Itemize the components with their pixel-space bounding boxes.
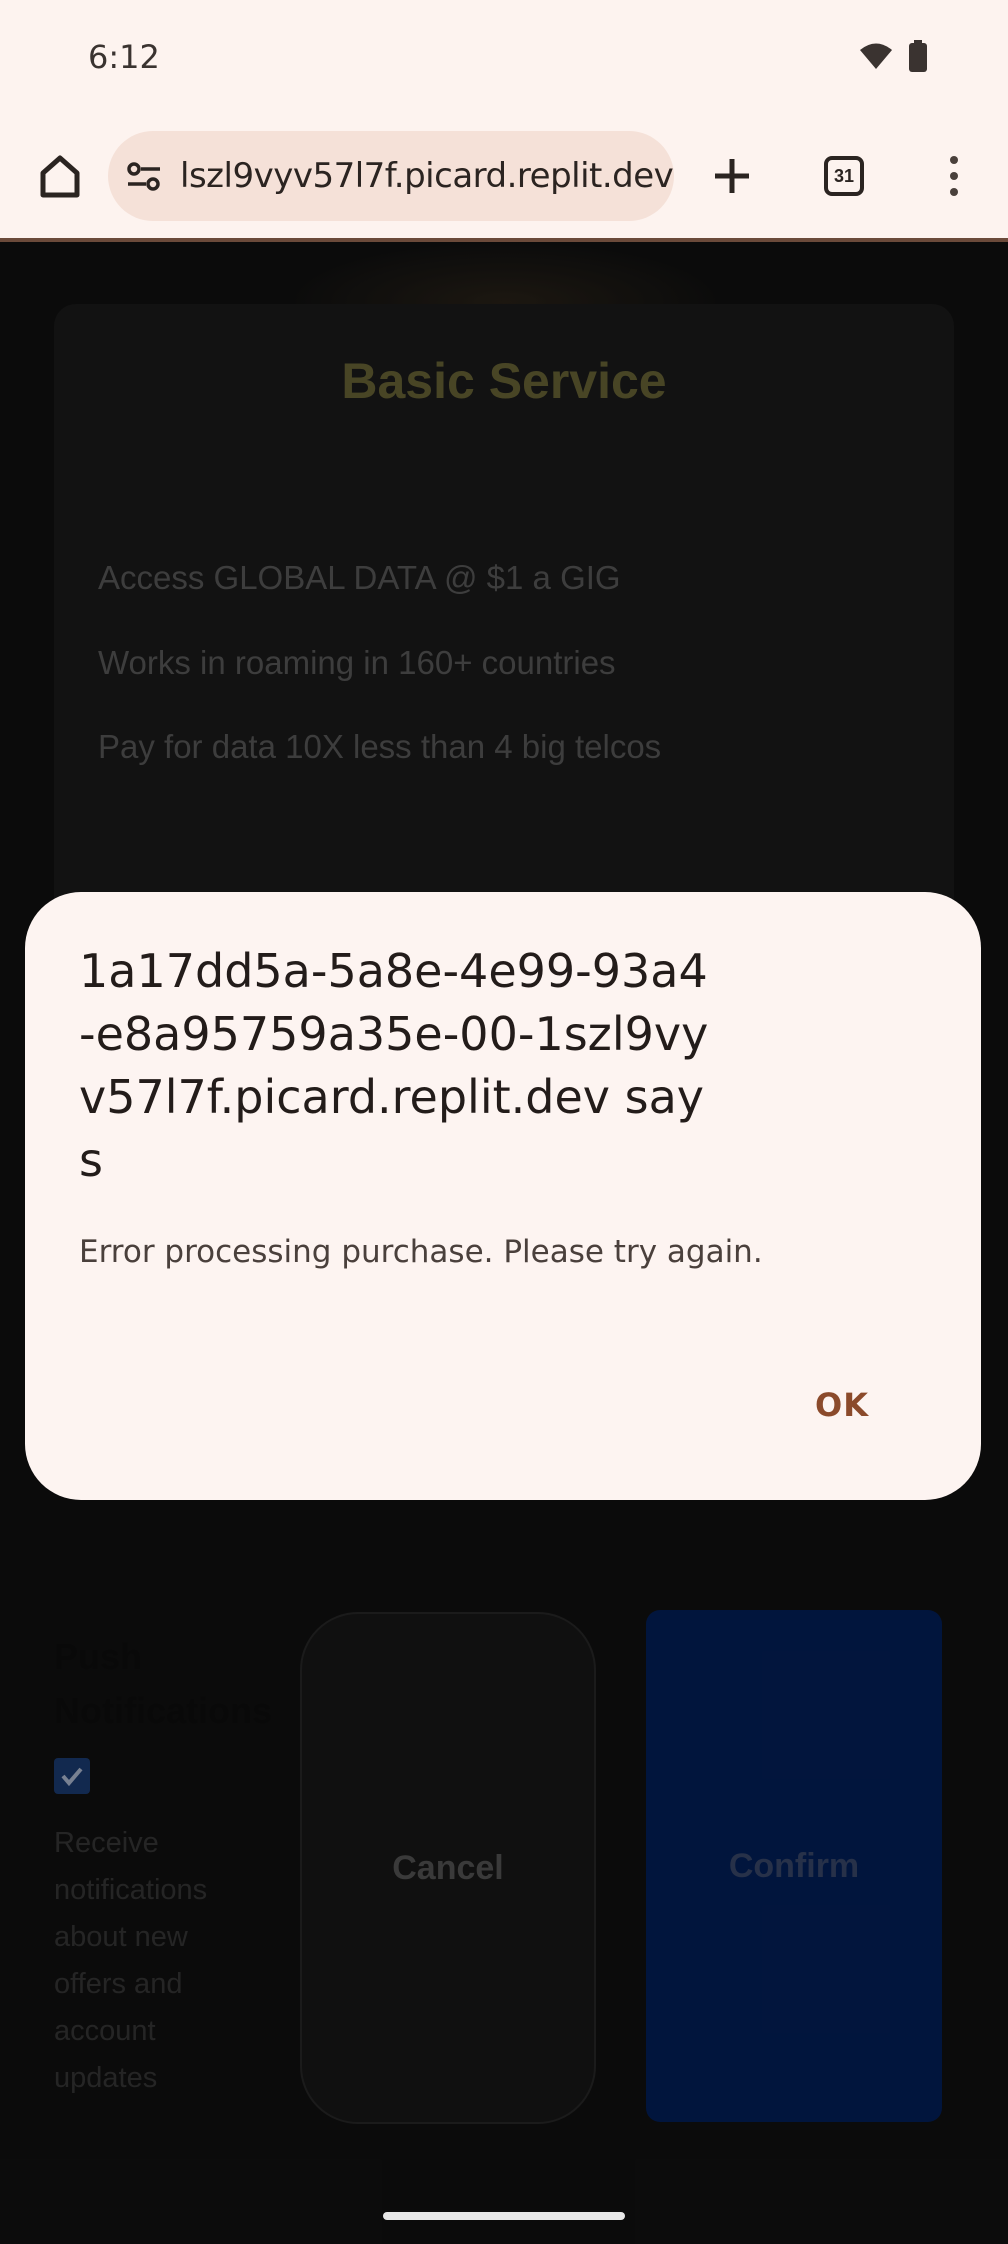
dialog-title: 1a17dd5a-5a8e-4e99-93a4-e8a95759a35e-00-… (79, 944, 709, 1187)
ok-button[interactable]: OK (815, 1386, 869, 1424)
more-vert-icon (950, 156, 958, 164)
alert-dialog: 1a17dd5a-5a8e-4e99-93a4-e8a95759a35e-00-… (25, 892, 981, 1500)
address-bar[interactable]: lszl9vyv57l7f.picard.replit.dev (108, 131, 674, 221)
gesture-nav-handle[interactable] (383, 2212, 625, 2220)
tab-count: 31 (824, 156, 864, 196)
plus-icon (715, 159, 749, 193)
new-tab-button[interactable] (700, 144, 764, 208)
dialog-message: Error processing purchase. Please try ag… (79, 1234, 763, 1270)
battery-icon (908, 40, 928, 77)
site-settings-icon (127, 162, 160, 191)
more-menu-button[interactable] (924, 144, 984, 208)
tab-switcher-button[interactable]: 31 (812, 144, 876, 208)
wifi-icon (858, 41, 894, 76)
status-icons (858, 40, 928, 77)
url-text: lszl9vyv57l7f.picard.replit.dev (180, 156, 674, 196)
home-icon (40, 155, 80, 198)
browser-toolbar: lszl9vyv57l7f.picard.replit.dev 31 (0, 116, 1008, 240)
status-time: 6:12 (88, 38, 160, 76)
home-button[interactable] (28, 144, 92, 208)
status-bar: 6:12 (0, 0, 1008, 116)
